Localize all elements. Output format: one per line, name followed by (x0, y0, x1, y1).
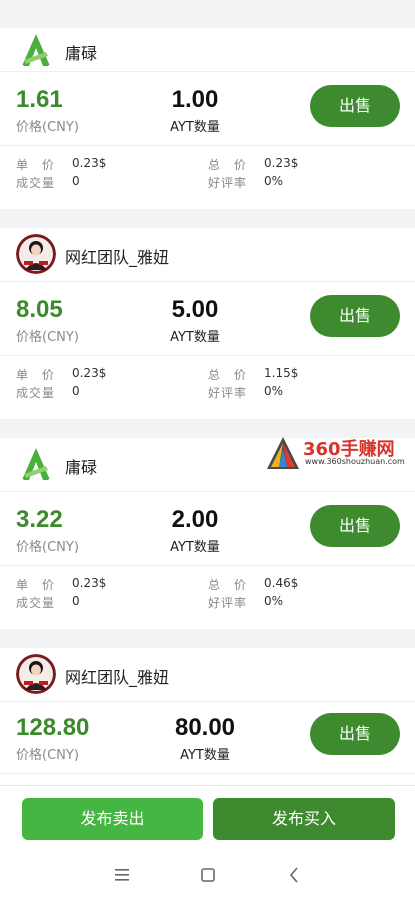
card-header: 网红团队_雅妞 (0, 648, 415, 702)
price-value: 8.05 (16, 296, 63, 323)
quantity-label: AYT数量 (170, 540, 220, 555)
unit-price-label: 单 价 (16, 158, 56, 172)
rating-label: 好评率 (208, 596, 248, 610)
rating-label: 好评率 (208, 176, 248, 190)
divider (0, 145, 415, 146)
volume-label: 成交量 (16, 386, 56, 400)
volume-value: 0 (72, 384, 80, 398)
portrait-avatar (16, 654, 56, 694)
volume-label: 成交量 (16, 176, 56, 190)
publish-buy-button[interactable]: 发布买入 (213, 798, 395, 840)
unit-price-value: 0.23$ (72, 576, 107, 590)
sell-button[interactable]: 出售 (310, 295, 400, 337)
bottom-action-bar: 发布卖出 发布买入 (0, 785, 415, 851)
sell-button[interactable]: 出售 (310, 505, 400, 547)
listing-card: 网红团队_雅妞 128.80 价格(CNY) 80.00 AYT数量 出售 (0, 648, 415, 785)
quantity-label: AYT数量 (180, 748, 230, 763)
price-value: 3.22 (16, 506, 63, 533)
rating-value: 0% (264, 174, 284, 188)
listing-card: 网红团队_雅妞 8.05 价格(CNY) 5.00 AYT数量 出售 单 价 0… (0, 228, 415, 419)
seller-name[interactable]: 网红团队_雅妞 (65, 244, 169, 268)
sell-button[interactable]: 出售 (310, 713, 400, 755)
quantity-label: AYT数量 (170, 120, 220, 135)
card-header: 庸碌 (0, 28, 415, 72)
system-nav-bar (0, 850, 415, 900)
rating-value: 0% (264, 594, 284, 608)
publish-sell-button[interactable]: 发布卖出 (22, 798, 203, 840)
divider (0, 773, 415, 774)
quantity-label: AYT数量 (170, 330, 220, 345)
quantity-value: 1.00 (171, 86, 219, 113)
total-price-label: 总 价 (208, 158, 248, 172)
total-price-label: 总 价 (208, 578, 248, 592)
unit-price-value: 0.23$ (72, 366, 107, 380)
price-label: 价格(CNY) (16, 748, 79, 763)
card-header: 网红团队_雅妞 (0, 228, 415, 282)
home-icon[interactable] (197, 864, 219, 886)
total-price-label: 总 价 (208, 368, 248, 382)
unit-price-value: 0.23$ (72, 156, 107, 170)
watermark-url: www.360shouzhuan.com (305, 457, 405, 466)
total-price-value: 1.15$ (264, 366, 299, 380)
quantity-value: 80.00 (174, 714, 236, 741)
rating-value: 0% (264, 384, 284, 398)
price-label: 价格(CNY) (16, 540, 79, 555)
menu-icon[interactable] (111, 864, 133, 886)
listing-card: 庸碌 1.61 价格(CNY) 1.00 AYT数量 出售 单 价 0.23$ … (0, 28, 415, 209)
unit-price-label: 单 价 (16, 578, 56, 592)
rating-label: 好评率 (208, 386, 248, 400)
price-value: 128.80 (16, 714, 90, 741)
quantity-value: 2.00 (171, 506, 219, 533)
back-icon[interactable] (284, 864, 306, 886)
total-price-value: 0.23$ (264, 156, 299, 170)
price-label: 价格(CNY) (16, 120, 79, 135)
volume-label: 成交量 (16, 596, 56, 610)
watermark-triangle-icon (267, 437, 299, 469)
portrait-avatar (16, 234, 56, 274)
green-a-logo-icon (16, 30, 56, 70)
seller-name[interactable]: 庸碌 (65, 454, 97, 478)
total-price-value: 0.46$ (264, 576, 299, 590)
volume-value: 0 (72, 594, 80, 608)
divider (0, 355, 415, 356)
seller-name[interactable]: 庸碌 (65, 40, 97, 64)
price-label: 价格(CNY) (16, 330, 79, 345)
price-value: 1.61 (16, 86, 63, 113)
watermark-logo: 360手赚网 www.360shouzhuan.com (265, 435, 415, 475)
divider (0, 565, 415, 566)
unit-price-label: 单 价 (16, 368, 56, 382)
seller-name[interactable]: 网红团队_雅妞 (65, 664, 169, 688)
volume-value: 0 (72, 174, 80, 188)
sell-button[interactable]: 出售 (310, 85, 400, 127)
green-a-logo-icon (16, 444, 56, 484)
quantity-value: 5.00 (171, 296, 219, 323)
